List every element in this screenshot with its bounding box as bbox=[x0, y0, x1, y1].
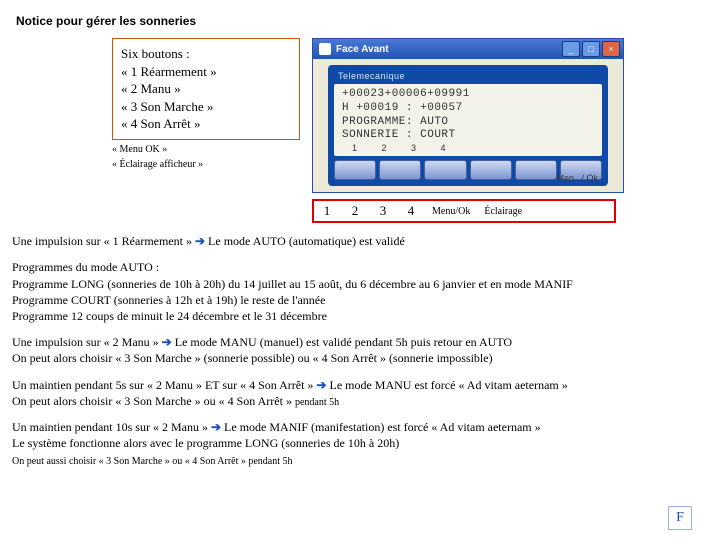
top-row: Six boutons : « 1 Réarmement » « 2 Manu … bbox=[12, 38, 708, 223]
hw-button-1[interactable] bbox=[334, 160, 376, 180]
minimize-button[interactable]: _ bbox=[562, 41, 580, 57]
hw-button-2[interactable] bbox=[379, 160, 421, 180]
window-client: Telemecanique +00023+00006+09991 H +0001… bbox=[313, 59, 623, 192]
box-heading: Six boutons : bbox=[121, 45, 291, 63]
box-small-2: « Éclairage afficheur » bbox=[112, 159, 300, 170]
page-title: Notice pour gérer les sonneries bbox=[16, 14, 708, 28]
p3-b: Le mode MANU (manuel) est validé pendant… bbox=[172, 335, 512, 349]
box-line-1: « 1 Réarmement » bbox=[121, 63, 291, 81]
device-panel: Telemecanique +00023+00006+09991 H +0001… bbox=[328, 65, 608, 186]
arrow-icon: ➔ bbox=[211, 420, 221, 434]
p3-a: Une impulsion sur « 2 Manu » bbox=[12, 335, 162, 349]
box-line-3: « 3 Son Marche » bbox=[121, 98, 291, 116]
arrow-icon: ➔ bbox=[195, 234, 205, 248]
para-4: Un maintien pendant 5s sur « 2 Manu » ET… bbox=[12, 377, 708, 410]
instruction-box: Six boutons : « 1 Réarmement » « 2 Manu … bbox=[112, 38, 300, 140]
window: Face Avant _ □ × Telemecanique +00023+00… bbox=[312, 38, 624, 193]
lcd-line-3: PROGRAMME: AUTO bbox=[342, 116, 449, 128]
menu-ok-hint: Men.. / Ok bbox=[556, 173, 598, 183]
hw-button-4[interactable] bbox=[470, 160, 512, 180]
label-menu: Menu/Ok bbox=[432, 206, 470, 217]
titlebar: Face Avant _ □ × bbox=[313, 39, 623, 59]
page: Notice pour gérer les sonneries Six bout… bbox=[12, 14, 708, 538]
p4-c-b: pendant 5h bbox=[295, 397, 339, 408]
para-2: Programmes du mode AUTO : Programme LONG… bbox=[12, 259, 708, 324]
p1-b: Le mode AUTO (automatique) est validé bbox=[205, 234, 405, 248]
lcd-line-4: SONNERIE : COURT bbox=[342, 129, 456, 141]
p4-c-a: On peut alors choisir « 3 Son Marche » o… bbox=[12, 394, 295, 408]
device-brand: Telemecanique bbox=[338, 71, 602, 81]
window-icon bbox=[319, 43, 331, 55]
close-button[interactable]: × bbox=[602, 41, 620, 57]
p2-1: Programme LONG (sonneries de 10h à 20h) … bbox=[12, 277, 573, 291]
hw-button-menu[interactable] bbox=[515, 160, 557, 180]
p2-3: Programme 12 coups de minuit le 24 décem… bbox=[12, 309, 327, 323]
box-line-2: « 2 Manu » bbox=[121, 80, 291, 98]
p5-b: Le mode MANIF (manifestation) est forcé … bbox=[221, 420, 541, 434]
box-line-4: « 4 Son Arrêt » bbox=[121, 115, 291, 133]
label-4: 4 bbox=[404, 203, 418, 219]
page-letter: F bbox=[668, 506, 692, 530]
lcd-foot-4: 4 bbox=[441, 143, 447, 154]
p5-c: Le système fonctionne alors avec le prog… bbox=[12, 436, 399, 450]
lcd-screen: +00023+00006+09991 H +00019 : +00057 PRO… bbox=[334, 84, 602, 156]
para-1: Une impulsion sur « 1 Réarmement » ➔ Le … bbox=[12, 233, 708, 249]
para-5: Un maintien pendant 10s sur « 2 Manu » ➔… bbox=[12, 419, 708, 468]
label-eclairage: Éclairage bbox=[484, 206, 522, 217]
label-2: 2 bbox=[348, 203, 362, 219]
label-1: 1 bbox=[320, 203, 334, 219]
p4-a: Un maintien pendant 5s sur « 2 Manu » ET… bbox=[12, 378, 316, 392]
lcd-foot-2: 2 bbox=[382, 143, 388, 154]
p3-c: On peut alors choisir « 3 Son Marche » (… bbox=[12, 351, 493, 365]
para-3: Une impulsion sur « 2 Manu » ➔ Le mode M… bbox=[12, 334, 708, 366]
lcd-line-2: H +00019 : +00057 bbox=[342, 102, 463, 114]
p2-h: Programmes du mode AUTO : bbox=[12, 260, 159, 274]
p5-a: Un maintien pendant 10s sur « 2 Manu » bbox=[12, 420, 211, 434]
lcd-line-1: +00023+00006+09991 bbox=[342, 88, 470, 100]
hw-button-3[interactable] bbox=[424, 160, 466, 180]
window-title: Face Avant bbox=[336, 44, 560, 55]
lcd-foot-3: 3 bbox=[411, 143, 417, 154]
p5-d: On peut aussi choisir « 3 Son Marche » o… bbox=[12, 456, 293, 467]
button-labels-row: 1 2 3 4 Menu/Ok Éclairage bbox=[312, 199, 616, 223]
p1-a: Une impulsion sur « 1 Réarmement » bbox=[12, 234, 195, 248]
instruction-column: Six boutons : « 1 Réarmement » « 2 Manu … bbox=[112, 38, 300, 170]
label-3: 3 bbox=[376, 203, 390, 219]
lcd-foot-1: 1 bbox=[352, 143, 358, 154]
p4-b: Le mode MANU est forcé « Ad vitam aetern… bbox=[326, 378, 567, 392]
arrow-icon: ➔ bbox=[162, 335, 172, 349]
box-small-1: « Menu OK » bbox=[112, 144, 300, 155]
device-column: Face Avant _ □ × Telemecanique +00023+00… bbox=[312, 38, 708, 223]
arrow-icon: ➔ bbox=[316, 378, 326, 392]
p2-2: Programme COURT (sonneries à 12h et à 19… bbox=[12, 293, 325, 307]
maximize-button[interactable]: □ bbox=[582, 41, 600, 57]
